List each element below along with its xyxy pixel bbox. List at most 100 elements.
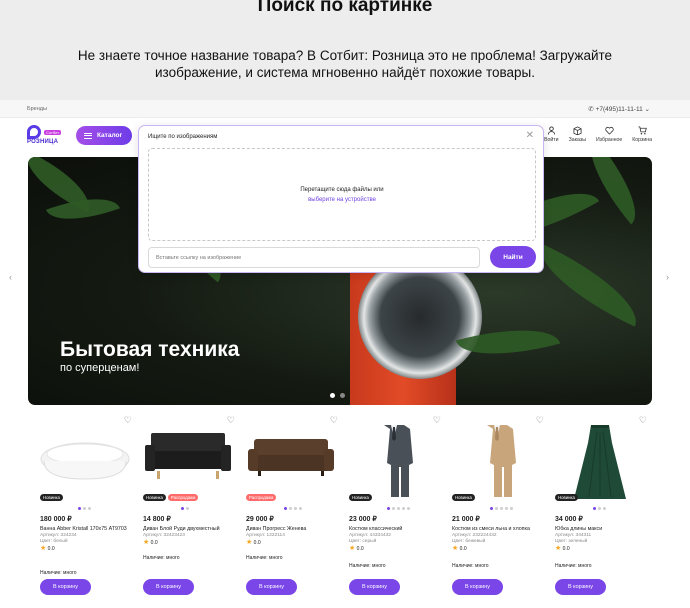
product-image[interactable]	[38, 421, 132, 493]
product-name[interactable]: Костюм из смеси льна и хлопка	[452, 526, 544, 533]
login-label: Войти	[544, 137, 559, 143]
logo-tag: Сотбит	[44, 130, 62, 135]
add-to-cart-button[interactable]: В корзину	[555, 579, 606, 595]
product-info: Ванна Abber Kristall 170х75 AT9703 Артик…	[40, 526, 132, 553]
product-name[interactable]: Ванна Abber Kristall 170х75 AT9703	[40, 526, 132, 533]
product-price: 180 000 ₽	[40, 516, 72, 523]
file-dropzone[interactable]: Перетащите сюда файлы или выберите на ус…	[148, 148, 536, 241]
product-rating: ★ 0.0	[555, 545, 647, 553]
badge-list: Новинка	[555, 494, 578, 501]
orders-label: Заказы	[568, 137, 586, 143]
cart-icon	[638, 126, 647, 135]
badge-list: Новинка	[349, 494, 372, 501]
add-to-cart-button[interactable]: В корзину	[246, 579, 297, 595]
product-rating: ★ 0.0	[143, 539, 235, 547]
sale-badge: Распродажа	[167, 494, 199, 501]
product-info: Диван Блой Руди двухместный Артикул: 324…	[143, 526, 235, 547]
brands-link[interactable]: Бренды	[27, 106, 47, 112]
product-name[interactable]: Диван Блой Руди двухместный	[143, 526, 235, 533]
product-image[interactable]	[244, 421, 338, 493]
banner-pagination	[330, 393, 345, 398]
product-availability: Наличие: много	[143, 555, 180, 561]
new-badge: Новинка	[143, 494, 166, 501]
product-image[interactable]	[553, 421, 647, 499]
chevron-down-icon: ⌄	[642, 106, 650, 113]
new-badge: Новинка	[40, 494, 63, 501]
product-card[interactable]: ♡ Новинка Распродажа 14 800 ₽ Диван Блой …	[141, 413, 237, 608]
image-pagination	[490, 507, 513, 510]
product-image[interactable]	[141, 421, 235, 493]
cart-button[interactable]: Корзина	[632, 126, 652, 143]
orders-button[interactable]: Заказы	[569, 126, 586, 143]
promo-text: Не знаете точное название товара? В Сотб…	[77, 48, 613, 80]
product-card[interactable]: ♡ Распродажа 29 000 ₽ Диван Прогресс Жен…	[244, 413, 340, 608]
promo-title: Поиск по картинке	[257, 0, 433, 16]
product-price: 29 000 ₽	[246, 516, 274, 523]
product-rating: ★ 0.0	[40, 545, 132, 553]
product-info: Костюм из смеси льна и хлопка Артикул: 2…	[452, 526, 544, 553]
add-to-cart-button[interactable]: В корзину	[143, 579, 194, 595]
banner-title: Бытовая техника	[60, 338, 240, 361]
product-name[interactable]: Диван Прогресс Женева	[246, 526, 338, 533]
star-icon: ★	[349, 545, 356, 552]
image-url-input[interactable]	[148, 247, 480, 268]
star-icon: ★	[246, 539, 253, 546]
catalog-button[interactable]: Каталог	[76, 126, 132, 145]
phone-icon: ✆	[588, 106, 596, 113]
product-image[interactable]	[347, 421, 441, 497]
cart-label: Корзина	[632, 137, 652, 143]
product-rating: ★ 0.0	[452, 545, 544, 553]
add-to-cart-button[interactable]: В корзину	[40, 579, 91, 595]
pagination-dot[interactable]	[330, 393, 335, 398]
rating-value: 0.0	[459, 546, 467, 552]
product-rating: ★ 0.0	[349, 545, 441, 553]
product-price: 23 000 ₽	[349, 516, 377, 523]
phone-number[interactable]: ✆ +7(495)11-11-11 ⌄	[588, 105, 650, 113]
badge-list: Новинка	[40, 494, 63, 501]
close-icon[interactable]: ✕	[526, 130, 534, 141]
choose-file-link[interactable]: выберите на устройстве	[149, 197, 535, 203]
product-name[interactable]: Юбка длины макси	[555, 526, 647, 533]
rating-value: 0.0	[47, 546, 55, 552]
product-card[interactable]: ♡ Новинка 23 000 ₽ Костюм классический А…	[347, 413, 443, 608]
new-badge: Новинка	[349, 494, 372, 501]
product-availability: Наличие: много	[40, 570, 77, 576]
star-icon: ★	[452, 545, 459, 552]
favorites-button[interactable]: Избранное	[596, 126, 622, 143]
product-card[interactable]: ♡ Новинка 180 000 ₽ Ванна Abber Kristall…	[38, 413, 134, 608]
topbar: Бренды ✆ +7(495)11-11-11 ⌄	[0, 100, 690, 118]
product-name[interactable]: Костюм классический	[349, 526, 441, 533]
heart-icon	[604, 126, 614, 135]
logo-mark	[27, 125, 41, 139]
menu-icon	[84, 132, 92, 139]
find-button[interactable]: Найти	[490, 246, 536, 268]
banner-next-arrow[interactable]: ›	[666, 272, 669, 282]
product-info: Юбка длины макси Артикул: 344311 Цвет: з…	[555, 526, 647, 553]
add-to-cart-button[interactable]: В корзину	[452, 579, 503, 595]
product-info: Диван Прогресс Женева Артикул: 1222114 ★…	[246, 526, 338, 547]
new-badge: Новинка	[452, 494, 475, 501]
banner-prev-arrow[interactable]: ‹	[9, 272, 12, 282]
catalog-label: Каталог	[97, 132, 123, 139]
logo[interactable]: Сотбит РОЗНИЦА	[27, 125, 63, 147]
rating-value: 0.0	[562, 546, 570, 552]
add-to-cart-button[interactable]: В корзину	[349, 579, 400, 595]
box-icon	[573, 126, 582, 135]
login-button[interactable]: Войти	[544, 126, 559, 143]
user-icon	[547, 126, 555, 135]
phone-text: +7(495)11-11-11	[595, 106, 643, 113]
product-price: 21 000 ₽	[452, 516, 480, 523]
rating-value: 0.0	[356, 546, 364, 552]
plant-leaf	[573, 157, 652, 225]
sale-badge: Распродажа	[246, 494, 277, 501]
rating-value: 0.0	[150, 540, 158, 546]
product-image[interactable]	[450, 421, 544, 497]
product-card[interactable]: ♡ Новинка 34 000 ₽ Юбка длины макси Арти…	[553, 413, 649, 608]
product-price: 34 000 ₽	[555, 516, 583, 523]
pagination-dot[interactable]	[340, 393, 345, 398]
product-card[interactable]: ♡ Новинка 21 000 ₽ Костюм из смеси льна …	[450, 413, 546, 608]
product-availability: Наличие: много	[452, 563, 489, 569]
badge-list: Новинка Распродажа	[143, 494, 199, 501]
new-badge: Новинка	[555, 494, 578, 501]
image-pagination	[284, 507, 302, 510]
